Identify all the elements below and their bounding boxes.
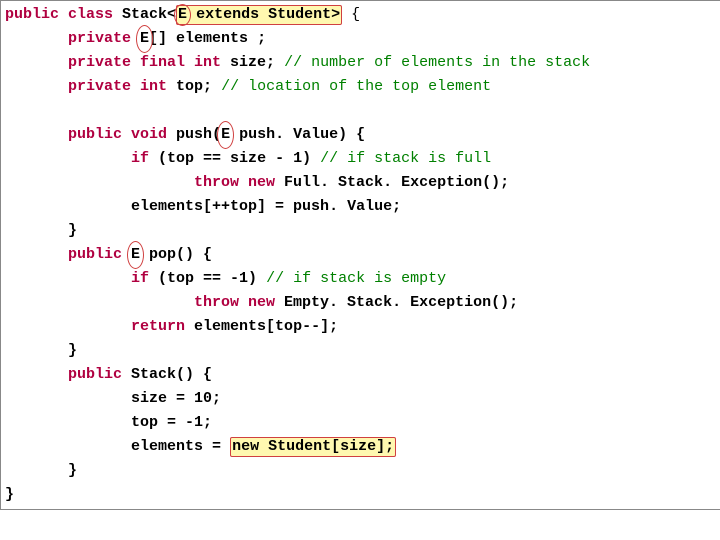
keyword-private-int: private int <box>68 78 176 95</box>
indent <box>5 54 68 71</box>
comment-empty: // if stack is empty <box>266 270 446 287</box>
brace-close-class: } <box>5 486 14 503</box>
indent <box>5 390 131 407</box>
indent <box>5 174 194 191</box>
indent <box>5 318 131 335</box>
type-E-pop: E <box>131 246 140 263</box>
indent <box>5 78 68 95</box>
return-elements: elements[top--]; <box>194 318 338 335</box>
top-decl: top; <box>176 78 221 95</box>
if-cond-full: (top == size - 1) <box>158 150 320 167</box>
brace-close: } <box>68 222 77 239</box>
keyword-return: return <box>131 318 194 335</box>
keyword-throw-new: throw new <box>194 174 284 191</box>
circle-type-E-array: E <box>140 27 149 51</box>
keyword-public-void: public void <box>68 126 176 143</box>
empty-stack-exception: Empty. Stack. Exception(); <box>284 294 518 311</box>
assign-top: top = -1; <box>131 414 212 431</box>
code-line-3: private final int size; // number of ele… <box>5 51 717 75</box>
constructor-stack: Stack() { <box>131 366 212 383</box>
code-line-21: } <box>5 483 717 507</box>
indent <box>5 462 68 479</box>
code-line-18: top = -1; <box>5 411 717 435</box>
code-line-13: throw new Empty. Stack. Exception(); <box>5 291 717 315</box>
indent <box>5 294 194 311</box>
code-line-6: public void push(E push. Value) { <box>5 123 717 147</box>
assign-elements: elements = <box>131 438 230 455</box>
code-line-11: public E pop() { <box>5 243 717 267</box>
code-line-9: elements[++top] = push. Value; <box>5 195 717 219</box>
code-line-7: if (top == size - 1) // if stack is full <box>5 147 717 171</box>
brace-close: } <box>68 462 77 479</box>
full-stack-exception: Full. Stack. Exception(); <box>284 174 509 191</box>
code-line-2: private E[] elements ; <box>5 27 717 51</box>
comment-full: // if stack is full <box>320 150 491 167</box>
indent <box>5 414 131 431</box>
type-param-E: E <box>178 6 187 23</box>
highlight-new-student-array: new Student[size]; <box>230 437 396 457</box>
circle-return-E: E <box>131 243 140 267</box>
method-pop: pop() { <box>140 246 212 263</box>
indent <box>5 30 68 47</box>
indent <box>5 342 68 359</box>
highlight-generic-bound: E extends Student> <box>176 5 342 25</box>
code-line-10: } <box>5 219 717 243</box>
code-block: public class Stack<E extends Student> { … <box>0 0 720 510</box>
assign-size: size = 10; <box>131 390 221 407</box>
comment-top: // location of the top element <box>221 78 491 95</box>
brace-close: } <box>68 342 77 359</box>
indent <box>5 270 131 287</box>
if-cond-empty: (top == -1) <box>158 270 266 287</box>
code-line-4: private int top; // location of the top … <box>5 75 717 99</box>
type-E-push: E <box>221 126 230 143</box>
keyword-if: if <box>131 150 158 167</box>
indent <box>5 198 131 215</box>
size-decl: size; <box>230 54 284 71</box>
class-name-stack: Stack< <box>122 6 176 23</box>
code-line-14: return elements[top--]; <box>5 315 717 339</box>
circle-type-param-E: E <box>178 6 187 24</box>
indent <box>5 126 68 143</box>
code-line-1: public class Stack<E extends Student> { <box>5 3 717 27</box>
indent <box>5 366 68 383</box>
extends-student: extends Student> <box>187 6 340 23</box>
brace-open: { <box>342 6 360 23</box>
keyword-private-final-int: private final int <box>68 54 230 71</box>
assign-push: elements[++top] = push. Value; <box>131 198 401 215</box>
blank-line <box>5 99 717 123</box>
keyword-if: if <box>131 270 158 287</box>
code-line-12: if (top == -1) // if stack is empty <box>5 267 717 291</box>
keyword-public-class: public class <box>5 6 122 23</box>
comment-size: // number of elements in the stack <box>284 54 590 71</box>
indent <box>5 222 68 239</box>
code-line-20: } <box>5 459 717 483</box>
method-push: push( <box>176 126 221 143</box>
circle-push-param-E: E <box>221 123 230 147</box>
keyword-private: private <box>68 30 140 47</box>
new-student-array: new Student[size]; <box>232 438 394 455</box>
code-line-16: public Stack() { <box>5 363 717 387</box>
code-line-15: } <box>5 339 717 363</box>
type-E: E <box>140 30 149 47</box>
keyword-public: public <box>68 366 131 383</box>
indent <box>5 150 131 167</box>
indent <box>5 438 131 455</box>
code-line-19: elements = new Student[size]; <box>5 435 717 459</box>
push-param: push. Value) { <box>230 126 365 143</box>
keyword-public: public <box>68 246 131 263</box>
keyword-throw-new: throw new <box>194 294 284 311</box>
elements-decl: [] elements ; <box>149 30 266 47</box>
indent <box>5 246 68 263</box>
code-line-8: throw new Full. Stack. Exception(); <box>5 171 717 195</box>
code-line-17: size = 10; <box>5 387 717 411</box>
